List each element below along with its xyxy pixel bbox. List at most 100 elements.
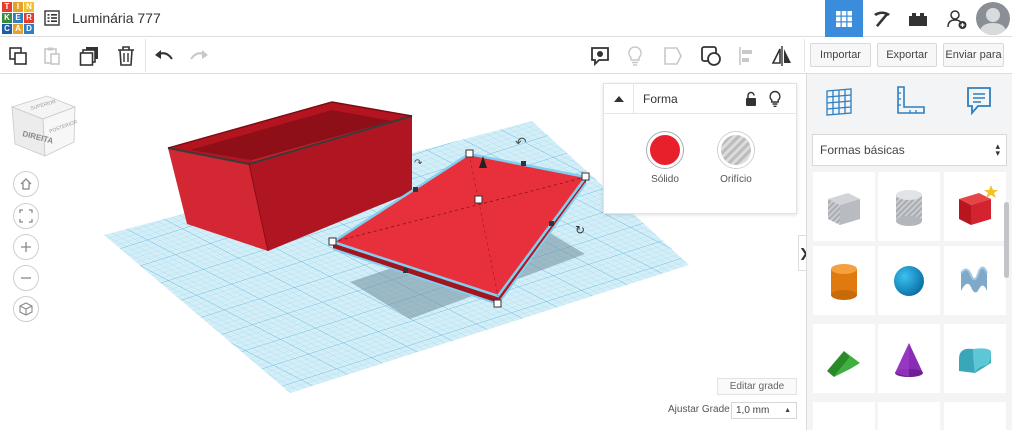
shape-library-value: Formas básicas [820,143,905,157]
sphere-icon [894,265,924,296]
bricks-icon [909,12,927,26]
align-shape-button[interactable] [659,42,687,70]
shape-inspector: Forma Sólido Orifício [603,83,797,214]
rotate-handle-glyph[interactable]: ↷ [414,158,423,169]
shape-tile-round-roof[interactable] [944,324,1006,393]
notes-tool-button[interactable] [586,42,614,70]
note-icon [591,47,609,67]
shapes-panel: Formas básicas ▴ ▾ [806,74,1012,430]
redo-icon [190,50,208,60]
fit-view-button[interactable] [13,203,39,229]
rotate-handle-glyph[interactable]: ↻ [575,223,585,237]
bricks-view-button[interactable] [899,0,937,37]
hole-swatch[interactable] [718,132,754,168]
logo-letter: R [24,13,34,23]
notes-tab[interactable] [962,84,996,118]
shape-tile-scribble[interactable] [944,246,1006,315]
solid-label: Sólido [651,174,679,185]
duplicate-icon [79,47,98,66]
edit-grid-button[interactable]: Editar grade [717,378,797,395]
blocks-view-button[interactable] [863,0,901,37]
design-list-icon[interactable] [44,10,60,26]
group-icon [701,46,721,66]
box-hole-icon [828,192,860,225]
zoom-in-button[interactable] [13,234,39,260]
round-roof-icon [959,347,991,373]
send-to-button[interactable]: Enviar para [943,43,1004,67]
hole-option[interactable]: Orifício [706,132,766,185]
unlock-icon[interactable] [744,91,758,107]
collapse-inspector-button[interactable] [604,84,634,114]
mirror-button[interactable] [768,42,796,70]
align-button[interactable] [733,42,761,70]
shape-tile[interactable] [878,402,940,430]
tinkercad-app: T I N K E R C A D Luminária 777 Importar… [0,0,1012,430]
logo-letter: T [2,2,12,12]
align-shape-icon [664,47,682,65]
mirror-icon [771,46,791,66]
logo-letter: N [24,2,34,12]
home-view-button[interactable] [13,171,39,197]
shape-tile-box[interactable] [944,172,1006,241]
zoom-out-button[interactable] [13,265,39,291]
cylinder-icon [831,263,857,300]
logo-letter: C [2,24,12,34]
caret-up-icon [613,96,624,102]
logo-letter: E [13,13,23,23]
light-button[interactable] [621,42,649,70]
add-user-button[interactable] [938,0,976,37]
workplane-grid-icon [826,88,852,116]
logo-letter: K [2,13,12,23]
shape-library-select[interactable]: Formas básicas ▴ ▾ [812,134,1007,166]
shape-tile-cylinder[interactable] [813,246,875,315]
solid-color-swatch[interactable] [647,132,683,168]
duplicate-button[interactable] [76,42,104,70]
delete-button[interactable] [112,42,140,70]
light-bulb-icon [628,46,642,66]
undo-button[interactable] [150,42,178,70]
shape-tile[interactable] [813,402,875,430]
copy-button[interactable] [4,42,32,70]
shape-tile-roof[interactable] [813,324,875,393]
shape-tile-cylinder-hole[interactable] [878,172,940,241]
design-title[interactable]: Luminária 777 [72,10,161,26]
home-view-icon [20,178,32,190]
paste-button[interactable] [38,42,66,70]
paste-icon [44,47,60,65]
logo-letter: D [24,24,34,34]
panel-scrollbar[interactable] [1004,202,1009,278]
solid-option[interactable]: Sólido [635,132,695,185]
top-bar: T I N K E R C A D Luminária 777 [0,0,1012,37]
redo-button[interactable] [185,42,213,70]
ortho-view-button[interactable] [13,296,39,322]
tinkercad-logo[interactable]: T I N K E R C A D [2,2,34,34]
ruler-icon [897,86,925,114]
workplane-tab[interactable] [822,84,856,118]
rotate-handle-glyph[interactable]: ↶ [515,135,527,151]
scribble-icon [960,266,988,293]
group-button[interactable] [697,42,725,70]
import-button[interactable]: Importar [810,43,871,67]
user-avatar[interactable] [976,2,1010,35]
shape-tile-box-hole[interactable] [813,172,875,241]
copy-icon [9,47,27,65]
export-button[interactable]: Exportar [877,43,937,67]
box-icon [959,184,998,225]
snap-grid-select[interactable]: 1,0 mm ▲ [731,402,797,419]
shape-tile-cone[interactable] [878,324,940,393]
light-bulb-icon[interactable] [768,90,782,108]
add-user-icon [947,9,967,29]
view-cube[interactable]: DIREITA SUPERIOR POSTERIOR [10,95,79,157]
inspector-title: Forma [643,92,678,106]
snap-grid-value: 1,0 mm [736,405,770,416]
ruler-tab[interactable] [893,84,927,118]
grid-view-button[interactable] [825,0,863,37]
caret-down-icon: ▲ [784,407,791,414]
roof-icon [827,350,860,377]
shape-tile-sphere[interactable] [878,246,940,315]
cylinder-hole-icon [896,189,922,226]
fit-view-icon [19,209,33,223]
avatar-silhouette-icon [979,8,1007,35]
shape-tile[interactable] [944,402,1006,430]
zoom-out-icon [21,277,31,279]
